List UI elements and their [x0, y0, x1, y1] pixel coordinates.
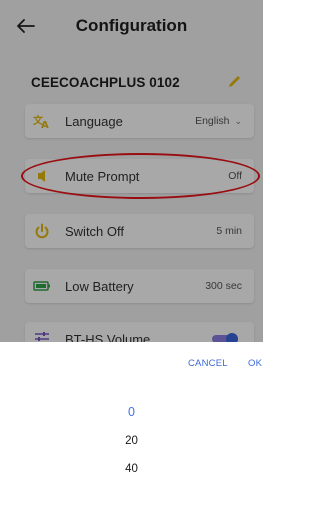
picker-option-selected[interactable]: 0: [0, 405, 263, 419]
configuration-screen: Configuration CEECOACHPLUS 0102 文 A Lang…: [0, 0, 263, 518]
picker-option[interactable]: 40: [0, 463, 263, 475]
ok-button[interactable]: OK: [248, 358, 262, 369]
cancel-button[interactable]: CANCEL: [188, 358, 228, 369]
value-picker-sheet: CANCEL OK 0 20 40: [0, 342, 263, 518]
picker-option[interactable]: 20: [0, 435, 263, 447]
